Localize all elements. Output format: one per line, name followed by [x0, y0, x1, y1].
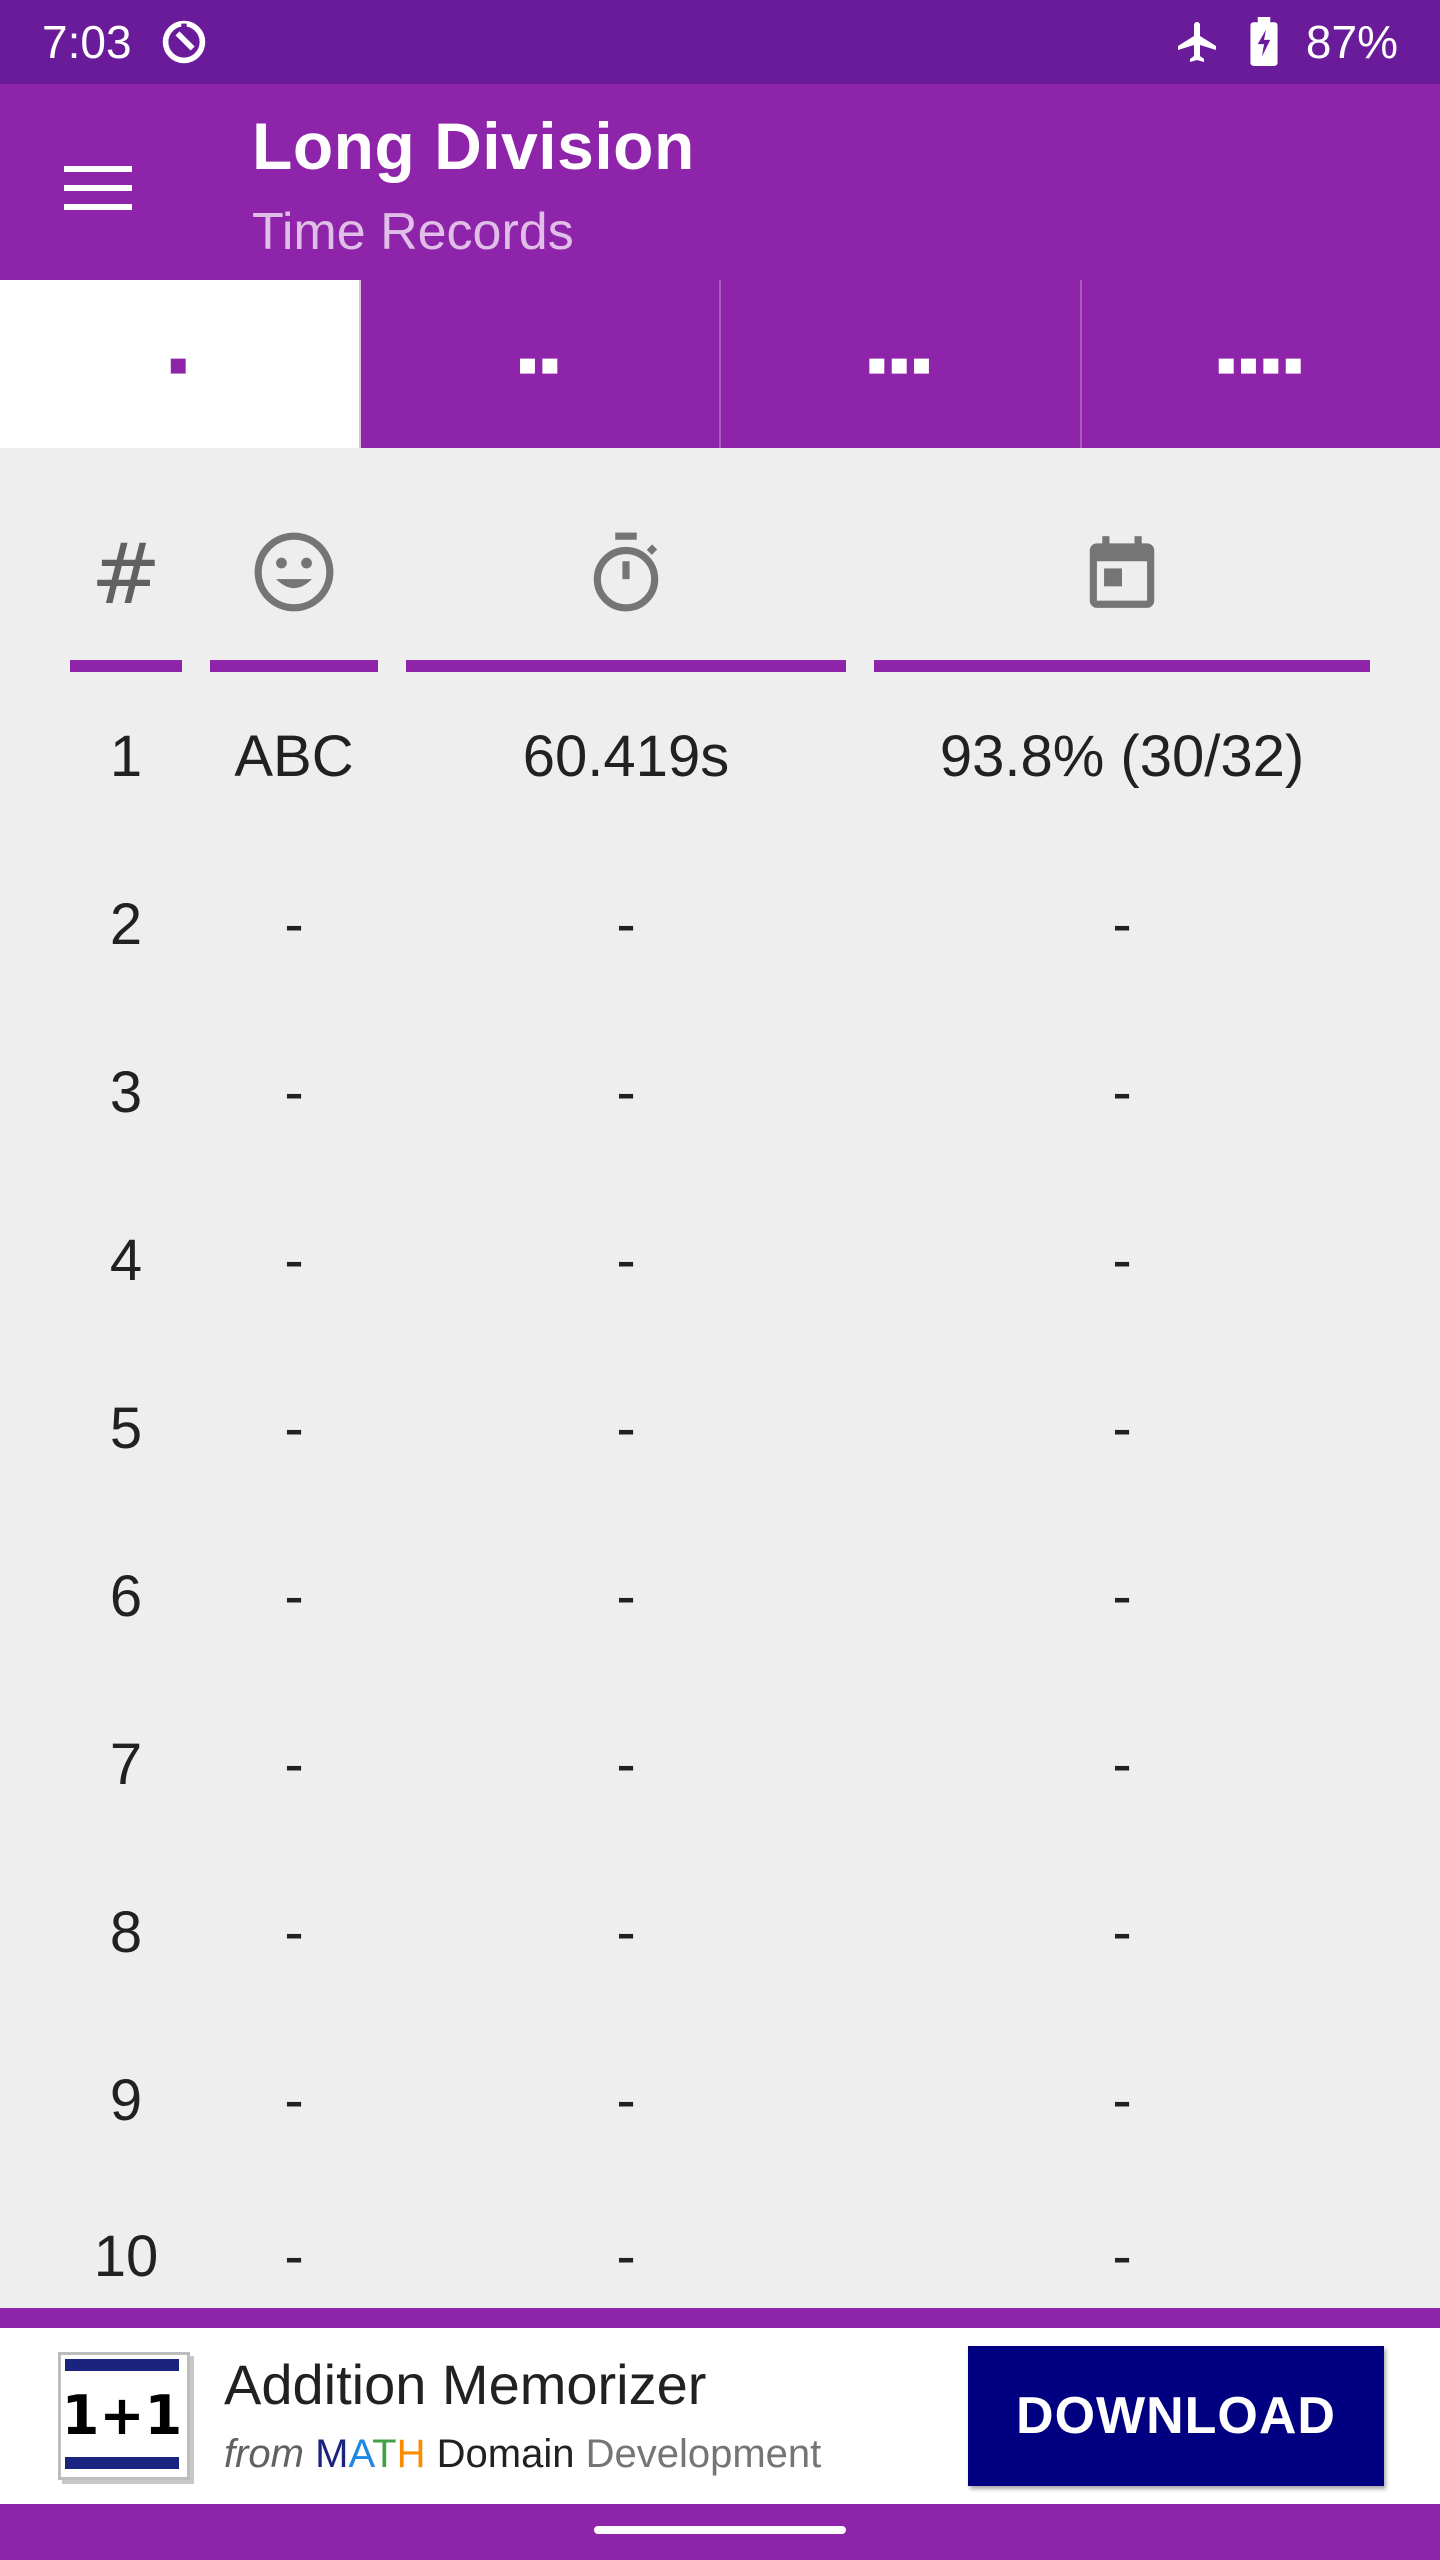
score-cell: -: [1112, 1731, 1132, 1797]
ad-brand-development: Development: [585, 2432, 822, 2476]
score-cell: -: [1112, 1563, 1132, 1629]
tab-label: ▪: [168, 346, 191, 382]
rank-cell: 6: [109, 1563, 143, 1629]
date-header-underline: [874, 660, 1370, 672]
airplane-mode-icon: [1174, 18, 1222, 66]
time-cell: 60.419s: [522, 723, 730, 789]
home-gesture-handle[interactable]: [594, 2526, 846, 2534]
tab-level-2[interactable]: ▪▪: [361, 280, 721, 448]
name-cell: -: [284, 1563, 304, 1629]
date-header: [874, 528, 1370, 620]
rank-cell: 5: [109, 1395, 143, 1461]
sync-icon: [158, 16, 210, 68]
battery-percent: 87%: [1305, 16, 1398, 68]
rank-cell: 7: [109, 1731, 143, 1797]
calendar-icon: [1079, 529, 1165, 620]
stopwatch-icon: [583, 529, 669, 620]
hamburger-menu-icon: [64, 162, 132, 219]
rank-cell: 9: [109, 2067, 143, 2133]
time-cell: -: [616, 1899, 636, 1965]
time-header-underline: [406, 660, 846, 672]
table-row: 1 ABC 60.419s 93.8% (30/32): [0, 672, 1440, 840]
tab-label: ▪▪: [517, 346, 563, 382]
rank-cell: 10: [93, 2223, 159, 2289]
rank-cell: 2: [109, 891, 143, 957]
ad-app-icon-text: 1+1: [61, 2383, 183, 2447]
difficulty-tabs: ▪ ▪▪ ▪▪▪ ▪▪▪▪: [0, 280, 1440, 448]
score-cell: -: [1112, 1059, 1132, 1125]
name-cell: -: [284, 1731, 304, 1797]
time-cell: -: [616, 1227, 636, 1293]
time-cell: -: [616, 1395, 636, 1461]
name-cell: -: [284, 2223, 304, 2289]
table-row: 2 - - -: [0, 840, 1440, 1008]
score-cell: -: [1112, 1227, 1132, 1293]
score-cell: -: [1112, 2067, 1132, 2133]
name-header: [210, 528, 378, 620]
system-nav-bar: [0, 2504, 1440, 2560]
score-cell: -: [1112, 1899, 1132, 1965]
page-title: Long Division: [252, 109, 695, 183]
smiley-face-icon: [251, 529, 337, 620]
name-cell: -: [284, 1395, 304, 1461]
status-bar: 7:03 87%: [0, 0, 1440, 84]
ad-title[interactable]: Addition Memorizer: [224, 2352, 706, 2417]
time-cell: -: [616, 2067, 636, 2133]
table-row: 6 - - -: [0, 1512, 1440, 1680]
tab-label: ▪▪▪: [866, 346, 934, 382]
name-header-underline: [210, 660, 378, 672]
page-subtitle: Time Records: [252, 203, 574, 261]
battery-charging-icon: [1248, 17, 1280, 67]
time-cell: -: [616, 891, 636, 957]
time-cell: -: [616, 1731, 636, 1797]
rank-cell: 3: [109, 1059, 143, 1125]
table-row: 8 - - -: [0, 1848, 1440, 2016]
tab-level-1[interactable]: ▪: [0, 280, 361, 448]
table-row: 4 - - -: [0, 1176, 1440, 1344]
score-cell: 93.8% (30/32): [939, 723, 1305, 789]
time-cell: -: [616, 1059, 636, 1125]
name-cell: ABC: [234, 723, 354, 789]
time-cell: -: [616, 2223, 636, 2289]
tab-level-3[interactable]: ▪▪▪: [721, 280, 1082, 448]
table-row: 10 - - -: [0, 2184, 1440, 2308]
rank-cell: 1: [109, 723, 143, 789]
ad-app-icon[interactable]: 1+1: [58, 2352, 190, 2480]
table-row: 7 - - -: [0, 1680, 1440, 1848]
rank-header-underline: [70, 660, 182, 672]
ad-brand-math: MATH: [315, 2432, 426, 2476]
rank-header: #: [70, 525, 182, 623]
table-row: 5 - - -: [0, 1344, 1440, 1512]
ad-publisher: from MATH Domain Development: [224, 2432, 821, 2477]
time-header: [406, 528, 846, 620]
menu-button[interactable]: [52, 144, 144, 236]
rank-cell: 4: [109, 1227, 143, 1293]
name-cell: -: [284, 1899, 304, 1965]
score-cell: -: [1112, 2223, 1132, 2289]
table-row: 9 - - -: [0, 2016, 1440, 2184]
name-cell: -: [284, 1059, 304, 1125]
app-bar: Long Division Time Records: [0, 84, 1440, 280]
name-cell: -: [284, 891, 304, 957]
ad-brand-domain: Domain: [436, 2432, 575, 2476]
time-cell: -: [616, 1563, 636, 1629]
records-table: # 1 ABC 60.419s 93.8% (30/32) 2 - - - 3 …: [0, 448, 1440, 2308]
tab-level-4[interactable]: ▪▪▪▪: [1082, 280, 1440, 448]
tab-label: ▪▪▪▪: [1216, 346, 1306, 382]
score-cell: -: [1112, 1395, 1132, 1461]
ad-from-label: from: [224, 2432, 304, 2476]
status-time: 7:03: [42, 16, 132, 68]
table-row: 3 - - -: [0, 1008, 1440, 1176]
score-cell: -: [1112, 891, 1132, 957]
rank-cell: 8: [109, 1899, 143, 1965]
download-button[interactable]: DOWNLOAD: [968, 2346, 1384, 2486]
ad-divider: [0, 2308, 1440, 2328]
rank-header-label: #: [90, 525, 162, 623]
ad-banner[interactable]: 1+1 Addition Memorizer from MATH Domain …: [0, 2328, 1440, 2504]
name-cell: -: [284, 1227, 304, 1293]
name-cell: -: [284, 2067, 304, 2133]
